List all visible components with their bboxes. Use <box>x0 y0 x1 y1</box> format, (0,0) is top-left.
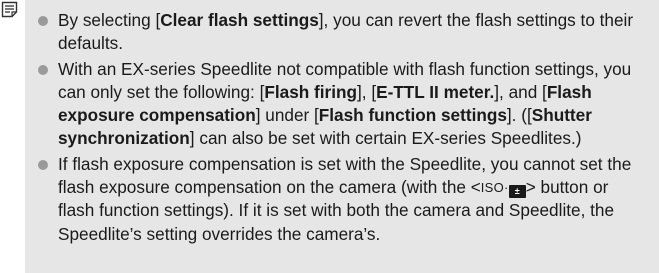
text-run: By selecting [ <box>58 10 161 30</box>
menu-term: E-TTL II meter. <box>376 81 495 102</box>
text-run: ], [ <box>357 81 377 102</box>
note-page-icon <box>1 1 18 18</box>
text-run: ]. ([ <box>506 105 532 126</box>
note-text: If flash exposure compensation is set wi… <box>58 154 631 244</box>
note-text: By selecting [Clear flash settings], you… <box>58 10 633 53</box>
menu-term: Flash function settings <box>318 105 507 126</box>
note-list: By selecting [Clear flash settings], you… <box>31 9 643 248</box>
bullet-icon <box>38 16 48 26</box>
note-text: With an EX-series Speedlite not compatib… <box>58 59 631 149</box>
text-run: ] can also be set with certain EX-series… <box>189 128 582 149</box>
bullet-icon <box>38 64 48 75</box>
note-item: If flash exposure compensation is set wi… <box>31 153 643 246</box>
menu-term: Clear flash settings <box>160 10 319 30</box>
note-item: With an EX-series Speedlite not compatib… <box>31 58 643 151</box>
bullet-icon <box>38 159 48 170</box>
text-run: ] under [ <box>255 105 319 126</box>
flash-exposure-compensation-icon: ± <box>508 185 526 199</box>
text-run: ], and [ <box>494 81 547 102</box>
menu-term: Flash firing <box>264 81 358 102</box>
iso-button-label: ISO· <box>480 180 509 196</box>
note-item: By selecting [Clear flash settings], you… <box>31 9 643 56</box>
manual-page: By selecting [Clear flash settings], you… <box>0 0 659 273</box>
